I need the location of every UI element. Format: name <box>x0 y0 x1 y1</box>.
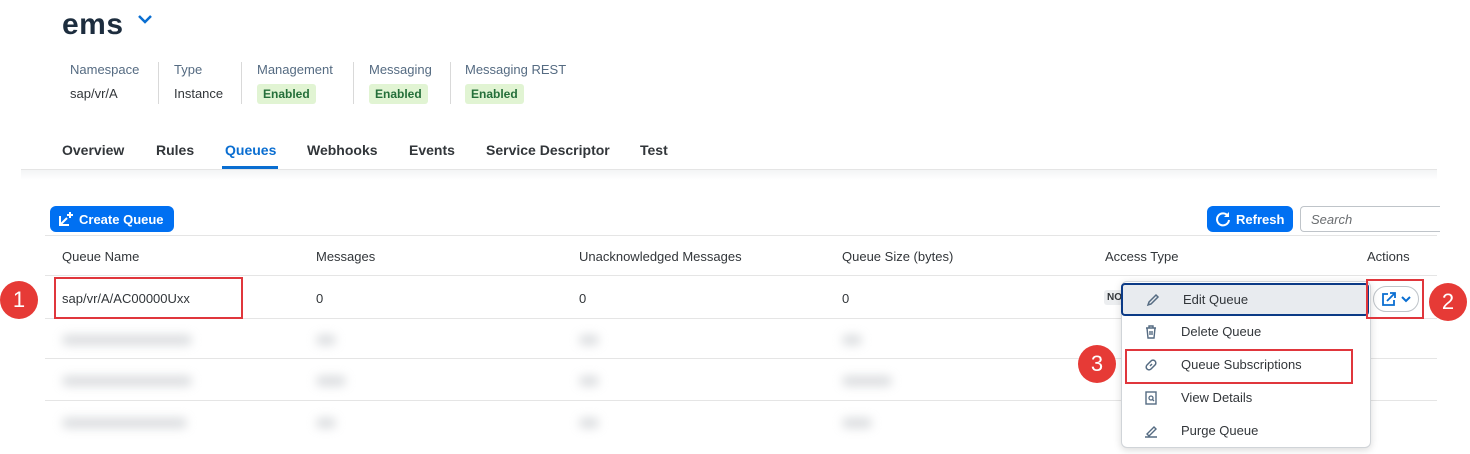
tab-queues[interactable]: Queues <box>225 142 276 158</box>
column-header-messages[interactable]: Messages <box>316 249 375 264</box>
attr-messaging-rest: Messaging REST Enabled <box>465 62 566 104</box>
chevron-down-icon[interactable] <box>136 12 154 26</box>
unacked-cell: 0 <box>579 291 587 306</box>
pencil-icon <box>1146 293 1160 306</box>
attr-namespace: Namespace sap/vr/A <box>70 62 139 101</box>
highlight-actions-button <box>1366 279 1424 319</box>
tab-test[interactable]: Test <box>640 142 668 158</box>
status-badge: Enabled <box>465 84 524 104</box>
attr-label: Type <box>174 62 203 77</box>
callout-badge: 1 <box>0 281 38 319</box>
menu-item-delete-queue[interactable]: Delete Queue <box>1121 315 1369 348</box>
callout-badge: 2 <box>1429 283 1467 321</box>
divider <box>353 62 354 104</box>
attr-management: Management Enabled <box>257 62 333 104</box>
column-header-access-type[interactable]: Access Type <box>1105 249 1178 264</box>
tab-service-descriptor[interactable]: Service Descriptor <box>486 142 610 158</box>
highlight-queue-subscriptions <box>1125 349 1353 384</box>
status-badge: Enabled <box>257 84 316 104</box>
menu-item-edit-queue[interactable]: Edit Queue <box>1121 283 1369 316</box>
refresh-button[interactable]: Refresh <box>1207 206 1293 232</box>
status-badge: Enabled <box>369 84 428 104</box>
menu-item-label: Purge Queue <box>1181 423 1259 438</box>
page-title: ems <box>62 8 124 41</box>
divider <box>158 62 159 104</box>
menu-item-label: Delete Queue <box>1181 324 1262 339</box>
attr-value: Instance <box>174 86 224 101</box>
attr-label: Namespace <box>70 62 140 77</box>
column-header-queue-size[interactable]: Queue Size (bytes) <box>842 249 953 264</box>
attr-value: sap/vr/A <box>70 86 118 101</box>
create-queue-label: Create Queue <box>79 211 164 227</box>
menu-item-label: Edit Queue <box>1183 292 1249 307</box>
attr-label: Messaging <box>369 62 432 77</box>
search-input[interactable]: Search <box>1300 206 1440 232</box>
menu-item-label: View Details <box>1181 390 1253 405</box>
create-icon <box>59 212 73 226</box>
messages-cell: 0 <box>316 291 324 306</box>
menu-item-view-details[interactable]: View Details <box>1121 381 1369 414</box>
divider <box>450 62 451 104</box>
menu-item-purge-queue[interactable]: Purge Queue <box>1121 414 1369 447</box>
details-icon <box>1145 390 1157 405</box>
table-top-border <box>45 235 1437 236</box>
attr-messaging: Messaging Enabled <box>369 62 432 104</box>
column-header-actions: Actions <box>1367 249 1410 264</box>
column-header-queue-name[interactable]: Queue Name <box>62 249 139 264</box>
callout-badge: 3 <box>1078 345 1116 383</box>
eraser-icon <box>1145 425 1157 438</box>
refresh-label: Refresh <box>1236 211 1285 227</box>
refresh-icon <box>1216 212 1230 227</box>
highlight-queue-name <box>54 277 243 319</box>
divider <box>241 62 242 104</box>
column-header-unacknowledged[interactable]: Unacknowledged Messages <box>579 249 742 264</box>
attr-type: Type Instance <box>174 62 223 101</box>
create-queue-button[interactable]: Create Queue <box>50 206 174 232</box>
tab-rules[interactable]: Rules <box>156 142 194 158</box>
trash-icon <box>1146 324 1156 339</box>
tab-overview[interactable]: Overview <box>62 142 124 158</box>
tab-webhooks[interactable]: Webhooks <box>307 142 378 158</box>
size-cell: 0 <box>842 291 850 306</box>
content-shadow <box>21 170 1437 180</box>
tab-events[interactable]: Events <box>409 142 455 158</box>
table-header-border <box>45 275 1437 276</box>
attr-label: Management <box>257 62 333 77</box>
attr-label: Messaging REST <box>465 62 567 77</box>
